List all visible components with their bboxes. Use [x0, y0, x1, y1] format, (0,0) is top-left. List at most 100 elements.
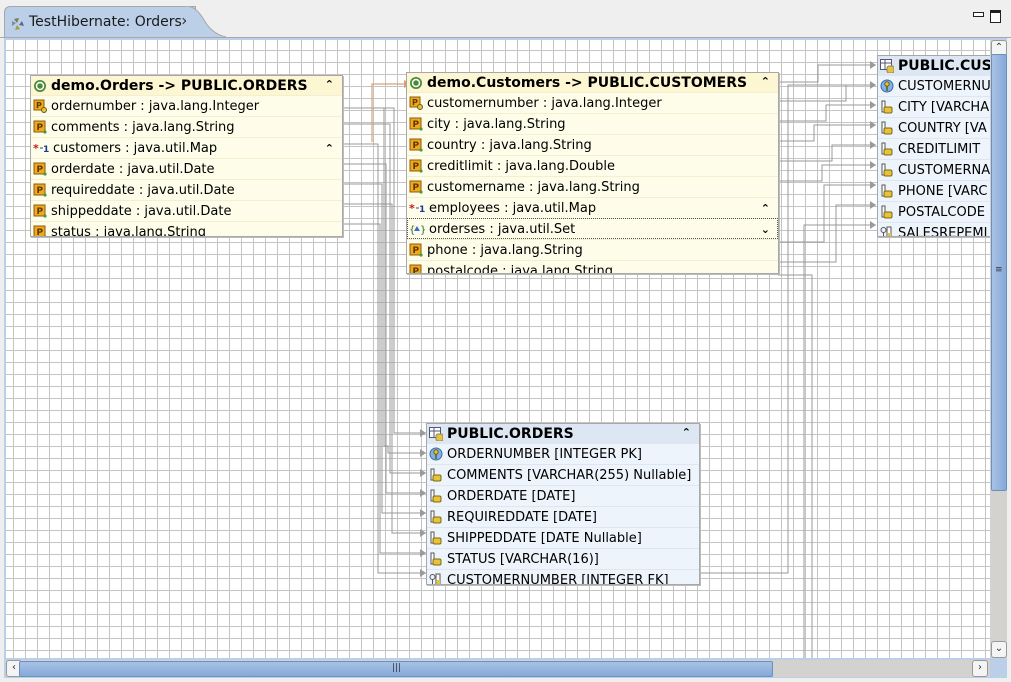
connection-arrow: [870, 221, 876, 229]
property-icon: P: [33, 204, 47, 218]
node-title: PUBLIC.CUS: [898, 57, 990, 74]
column-icon: [429, 468, 443, 482]
node-row[interactable]: COUNTRY [VA: [878, 117, 990, 138]
node-row[interactable]: CITY [VARCHA: [878, 96, 990, 117]
node-row[interactable]: Pcustomernumber : java.lang.Integer: [407, 92, 778, 113]
property-icon: P: [409, 138, 423, 152]
column-icon: [880, 184, 894, 198]
connection-line: [778, 104, 876, 122]
tab-testhibernate-orders[interactable]: TestHibernate: Orders ✕: [4, 6, 196, 39]
node-row[interactable]: PHONE [VARC: [878, 180, 990, 201]
property-icon: P: [409, 180, 423, 194]
node-row[interactable]: Pordernumber : java.lang.Integer: [31, 95, 342, 116]
svg-text:P: P: [413, 246, 420, 256]
row-label: ordernumber : java.lang.Integer: [51, 98, 260, 114]
property-icon: P: [409, 159, 423, 173]
node-row[interactable]: SHIPPEDDATE [DATE Nullable]: [427, 527, 699, 548]
hibernate-mapping-icon: [12, 18, 24, 30]
node-row[interactable]: {}orderses : java.util.Set ⌄: [407, 218, 778, 239]
customers-class-rows: Pcustomernumber : java.lang.Integer Pcity…: [407, 92, 778, 274]
node-row[interactable]: Pphone : java.lang.String: [407, 239, 778, 260]
collapse-icon[interactable]: ⌃: [761, 75, 770, 88]
orders-table-node[interactable]: PUBLIC.ORDERS ⌃ ORDERNUMBER [INTEGER PK]…: [426, 423, 700, 585]
node-row[interactable]: SALESREPEMI: [878, 222, 990, 236]
node-header[interactable]: PUBLIC.ORDERS ⌃: [427, 424, 699, 443]
property-icon: P: [409, 117, 423, 131]
svg-text:P: P: [37, 228, 44, 237]
node-row[interactable]: CUSTOMERNUMBER [INTEGER FK]: [427, 569, 699, 585]
table-icon: [429, 426, 444, 441]
scroll-down-button[interactable]: ⌄: [991, 641, 1007, 658]
node-row[interactable]: Pcomments : java.lang.String: [31, 116, 342, 137]
node-row[interactable]: CREDITLIMIT: [878, 138, 990, 159]
node-header[interactable]: demo.Orders -> PUBLIC.ORDERS ⌃: [31, 76, 342, 95]
node-row[interactable]: ORDERNUMBER [INTEGER PK]: [427, 443, 699, 464]
connection-line: [778, 184, 876, 243]
node-header[interactable]: PUBLIC.CUS: [878, 56, 990, 75]
row-label: shippeddate : java.util.Date: [51, 203, 232, 219]
collapse-icon[interactable]: ⌃: [325, 78, 334, 91]
node-row[interactable]: COMMENTS [VARCHAR(255) Nullable]: [427, 464, 699, 485]
node-row[interactable]: Pshippeddate : java.util.Date: [31, 200, 342, 221]
row-label: ORDERDATE [DATE]: [447, 488, 576, 504]
collapse-icon[interactable]: ⌃: [325, 142, 334, 155]
column-icon: [880, 205, 894, 219]
orders-class-rows: Pordernumber : java.lang.Integer Pcomment…: [31, 95, 342, 237]
customers-table-node[interactable]: PUBLIC.CUS CUSTOMERNU CITY [VARCHA COUNTRY…: [877, 55, 990, 237]
column-icon: [880, 100, 894, 114]
collapse-icon[interactable]: ⌃: [682, 426, 691, 439]
collapse-icon[interactable]: ⌃: [761, 202, 770, 215]
class-icon: [409, 76, 423, 90]
many-to-one-icon: * 1: [33, 141, 49, 155]
node-row[interactable]: CUSTOMERNA: [878, 159, 990, 180]
expand-icon[interactable]: ⌄: [761, 223, 770, 236]
vertical-scrollbar[interactable]: ⌃ ≡ ⌄: [990, 40, 1007, 658]
orders-class-node[interactable]: demo.Orders -> PUBLIC.ORDERS ⌃ Pordernum…: [30, 75, 343, 237]
row-label: country : java.lang.String: [427, 137, 592, 153]
node-row[interactable]: CUSTOMERNU: [878, 75, 990, 96]
svg-text:P: P: [413, 162, 420, 172]
node-row[interactable]: Pcustomername : java.lang.String: [407, 176, 778, 197]
property-icon: P: [409, 264, 423, 274]
node-row[interactable]: STATUS [VARCHAR(16)]: [427, 548, 699, 569]
horizontal-scrollbar[interactable]: ‹ ||| ›: [6, 660, 990, 677]
row-label: PHONE [VARC: [898, 183, 988, 199]
node-row[interactable]: Pstatus : java.lang.String: [31, 221, 342, 237]
connection-arrow: [870, 201, 876, 209]
node-row[interactable]: POSTALCODE: [878, 201, 990, 222]
connection-arrow: [870, 61, 876, 69]
node-header[interactable]: demo.Customers -> PUBLIC.CUSTOMERS ⌃: [407, 73, 778, 92]
node-row[interactable]: * 1 customers : java.util.Map ⌃: [31, 137, 342, 158]
editor-tab-bar: TestHibernate: Orders ✕: [0, 0, 1011, 39]
svg-text:}: }: [420, 225, 425, 236]
customers-class-node[interactable]: demo.Customers -> PUBLIC.CUSTOMERS ⌃ Pcu…: [406, 72, 779, 274]
svg-text:P: P: [413, 120, 420, 130]
property-icon: P: [33, 183, 47, 197]
diagram-canvas[interactable]: demo.Orders -> PUBLIC.ORDERS ⌃ Pordernum…: [6, 40, 990, 658]
property-icon: P: [33, 120, 47, 134]
vertical-scroll-thumb[interactable]: ≡: [991, 54, 1007, 491]
node-row[interactable]: Ppostalcode : java.lang.String: [407, 260, 778, 274]
svg-text:P: P: [36, 101, 42, 110]
svg-text:P: P: [413, 267, 420, 274]
node-title: demo.Orders -> PUBLIC.ORDERS: [51, 77, 308, 94]
row-label: CITY [VARCHA: [898, 99, 990, 115]
node-row[interactable]: Pcountry : java.lang.String: [407, 134, 778, 155]
node-row[interactable]: Pcreditlimit : java.lang.Double: [407, 155, 778, 176]
horizontal-scroll-thumb[interactable]: |||: [19, 661, 773, 677]
minimize-icon[interactable]: [973, 10, 984, 20]
connection-arrow: [870, 141, 876, 149]
node-row[interactable]: REQUIREDDATE [DATE]: [427, 506, 699, 527]
node-row[interactable]: Prequireddate : java.util.Date: [31, 179, 342, 200]
row-label: REQUIREDDATE [DATE]: [447, 509, 598, 525]
connection-arrow: [870, 161, 876, 169]
scroll-right-button[interactable]: ›: [972, 660, 988, 677]
node-row[interactable]: ORDERDATE [DATE]: [427, 485, 699, 506]
node-row[interactable]: Porderdate : java.util.Date: [31, 158, 342, 179]
column-icon: [429, 531, 443, 545]
connection-line: [778, 164, 876, 182]
maximize-icon[interactable]: [990, 10, 1001, 23]
node-row[interactable]: Pcity : java.lang.String: [407, 113, 778, 134]
row-label: CUSTOMERNUMBER [INTEGER FK]: [447, 572, 669, 585]
node-row[interactable]: * 1 employees : java.util.Map ⌃: [407, 197, 778, 218]
